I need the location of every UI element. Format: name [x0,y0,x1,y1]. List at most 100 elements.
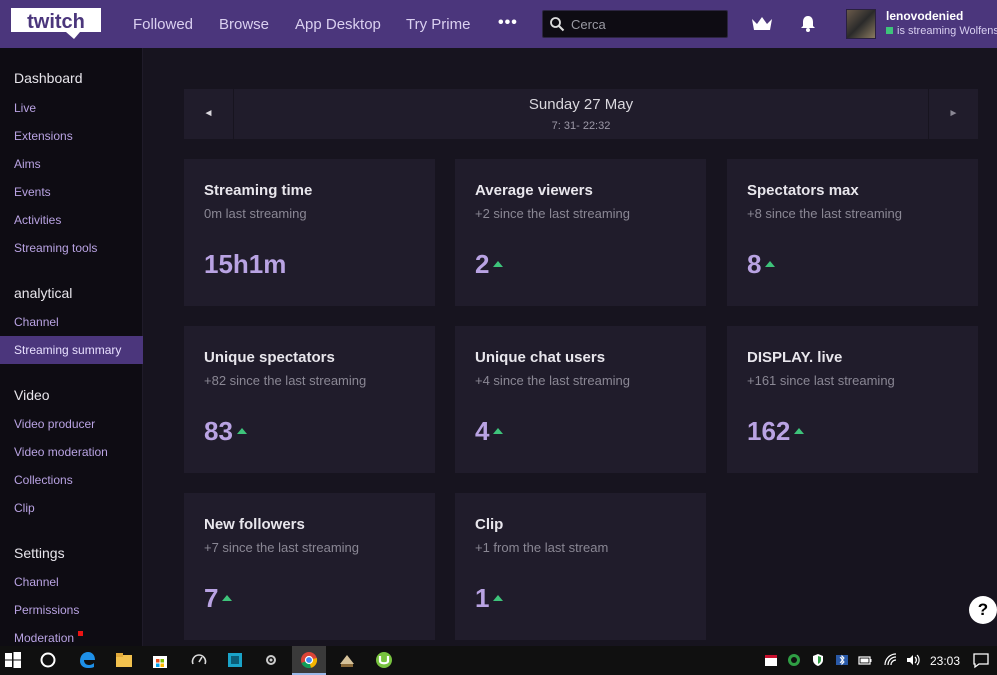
tray-shield-icon[interactable] [811,653,825,667]
notification-dot-icon [78,631,84,636]
stat-value: 7 [204,583,233,614]
svg-text:twitch: twitch [27,11,85,33]
trend-up-icon [493,595,504,601]
stat-subtitle: +1 from the last stream [475,540,609,555]
stat-title: Streaming time [204,182,313,199]
stat-value-text: 7 [204,583,219,613]
stream-status-text: is streaming Wolfens [897,25,997,37]
stat-subtitle: +82 since the last streaming [204,373,367,388]
stat-card-clip: Clip +1 from the last stream 1 [455,493,706,640]
stat-title: Clip [475,516,504,533]
trend-up-icon [794,428,805,434]
sidebar-item-activities[interactable]: Activities [0,206,143,234]
live-dot-icon [886,27,893,34]
stat-title: DISPLAY. live [747,349,843,366]
date-title: Sunday 27 May [528,96,634,113]
stat-value-text: 2 [475,249,490,279]
speedometer-app-icon[interactable] [190,651,208,669]
app-hat-icon[interactable] [338,651,356,669]
tray-wifi-icon[interactable] [884,653,898,667]
stat-card-unique-spectators: Unique spectators +82 since the last str… [184,326,435,473]
app-cube-icon[interactable] [226,651,244,669]
tray-volume-icon[interactable] [906,653,920,667]
stat-value-text: 15h1m [204,249,287,279]
stat-subtitle: +161 since last streaming [747,373,895,388]
stat-card-average-viewers: Average viewers +2 since the last stream… [455,159,706,306]
stat-value: 162 [747,416,805,447]
bell-icon[interactable] [798,13,818,33]
sidebar-item-video-moderation[interactable]: Video moderation [0,438,143,466]
sidebar-section-analytical[interactable]: analytical [14,285,72,301]
search-icon [550,17,565,32]
trend-up-icon [493,261,504,267]
stat-subtitle: +2 since the last streaming [475,206,630,221]
file-explorer-icon[interactable] [115,651,133,669]
stat-title: Unique chat users [475,349,606,366]
stat-subtitle: +8 since the last streaming [747,206,902,221]
nav-app-desktop[interactable]: App Desktop [295,16,381,33]
tray-antivirus-icon[interactable] [787,653,801,667]
sidebar-item-video-producer[interactable]: Video producer [0,410,143,438]
twitch-logo-icon[interactable]: twitch [8,6,104,42]
nav-try-prime[interactable]: Try Prime [406,16,470,33]
sidebar-section-dashboard[interactable]: Dashboard [14,70,83,86]
sidebar-item-aims[interactable]: Aims [0,150,143,178]
sidebar-item-extensions[interactable]: Extensions [0,122,143,150]
sidebar-section-settings[interactable]: Settings [14,545,65,561]
stat-value-text: 8 [747,249,762,279]
edge-browser-icon[interactable] [78,651,96,669]
taskbar-clock[interactable]: 23:03 [930,654,960,668]
sidebar-item-channel-analytics[interactable]: Channel [0,308,143,336]
stat-value-text: 162 [747,416,791,446]
stat-subtitle: 0m last streaming [204,206,307,221]
date-selector: ◄ Sunday 27 May 7: 31- 22:32 ► [184,89,978,139]
stat-title: Spectators max [747,182,859,199]
app-gear-icon[interactable] [262,651,280,669]
sidebar-item-live[interactable]: Live [0,94,143,122]
avatar[interactable] [846,9,876,39]
store-icon[interactable] [151,651,169,669]
next-stream-button[interactable]: ► [928,89,978,139]
sidebar-item-collections[interactable]: Collections [0,466,143,494]
tray-calendar-icon[interactable] [764,653,778,667]
stat-value: 4 [475,416,504,447]
username[interactable]: lenovodenied [886,9,963,23]
sidebar-item-events[interactable]: Events [0,178,143,206]
windows-start-icon[interactable] [4,651,22,669]
sidebar-item-channel-settings[interactable]: Channel [0,568,143,596]
stat-card-new-followers: New followers +7 since the last streamin… [184,493,435,640]
chrome-icon[interactable] [300,651,318,669]
crown-icon[interactable] [750,14,774,34]
stat-value: 83 [204,416,247,447]
stat-subtitle: +7 since the last streaming [204,540,359,555]
sidebar-item-clip[interactable]: Clip [0,494,143,522]
search-box[interactable] [542,10,728,38]
stat-title: Unique spectators [204,349,335,366]
trend-up-icon [222,595,233,601]
trend-up-icon [236,428,247,434]
nav-followed[interactable]: Followed [133,16,193,33]
cortana-icon[interactable] [39,651,57,669]
stat-title: New followers [204,516,305,533]
sidebar-item-streaming-tools[interactable]: Streaming tools [0,234,143,262]
sidebar-section-video[interactable]: Video [14,387,50,403]
stat-value-text: 83 [204,416,233,446]
stat-card-unique-chat-users: Unique chat users +4 since the last stre… [455,326,706,473]
sidebar-item-permissions[interactable]: Permissions [0,596,143,624]
utorrent-icon[interactable] [375,651,393,669]
tray-battery-icon[interactable] [858,653,872,667]
stat-value: 2 [475,249,504,280]
stat-value: 8 [747,249,776,280]
sidebar-item-streaming-summary[interactable]: Streaming summary [0,336,143,364]
nav-browse[interactable]: Browse [219,16,269,33]
help-button[interactable]: ? [969,596,997,624]
date-time-range: 7: 31- 22:32 [551,120,611,132]
search-input[interactable] [571,14,721,34]
more-menu-button[interactable]: ••• [498,14,518,32]
trend-up-icon [765,261,776,267]
action-center-icon[interactable] [972,652,990,669]
stream-status: is streaming Wolfens [886,25,997,37]
stat-value-text: 1 [475,583,490,613]
trend-up-icon [493,428,504,434]
tray-bluetooth-icon[interactable] [835,653,849,667]
